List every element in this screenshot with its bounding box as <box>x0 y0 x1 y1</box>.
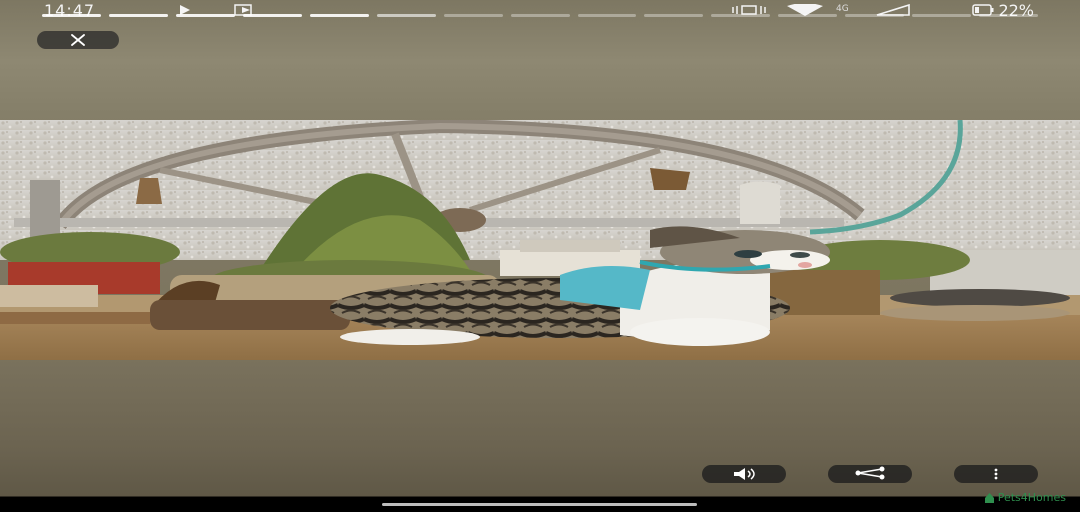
share-icon <box>848 465 892 484</box>
story-segment <box>242 14 302 17</box>
story-segment <box>711 14 771 17</box>
story-segment <box>309 14 369 17</box>
story-viewer: 14:47 4G 22% Pets4Homes <box>0 0 1080 512</box>
story-segment <box>443 14 503 17</box>
story-segment <box>778 14 838 17</box>
share-button[interactable] <box>828 465 912 483</box>
gesture-nav-handle[interactable] <box>382 503 697 506</box>
more-options-button[interactable] <box>954 465 1038 483</box>
story-segment <box>577 14 637 17</box>
story-segment <box>912 14 972 17</box>
story-segment <box>510 14 570 17</box>
watermark: Pets4Homes <box>984 491 1066 504</box>
close-button[interactable] <box>37 31 119 49</box>
story-progress <box>42 14 1039 17</box>
story-segment <box>845 14 905 17</box>
speaker-icon <box>724 465 764 484</box>
battery-icon <box>972 1 994 20</box>
story-segment <box>979 14 1039 17</box>
story-segment <box>108 14 168 17</box>
battery-percent: 22% <box>998 1 1034 20</box>
more-vertical-icon <box>992 465 1000 484</box>
battery-status: 22% <box>972 1 1034 20</box>
status-bar: 14:47 4G 22% <box>0 0 1080 22</box>
story-segment <box>175 14 235 17</box>
close-icon <box>69 31 87 50</box>
house-icon <box>984 492 994 503</box>
status-time: 14:47 <box>44 1 96 20</box>
network-type-label: 4G <box>836 4 849 14</box>
kitten-photo[interactable] <box>0 120 1080 360</box>
watermark-text: Pets4Homes <box>997 491 1066 504</box>
story-segment <box>644 14 704 17</box>
mute-button[interactable] <box>702 465 786 483</box>
story-segment <box>42 14 101 17</box>
story-segment <box>376 14 436 17</box>
